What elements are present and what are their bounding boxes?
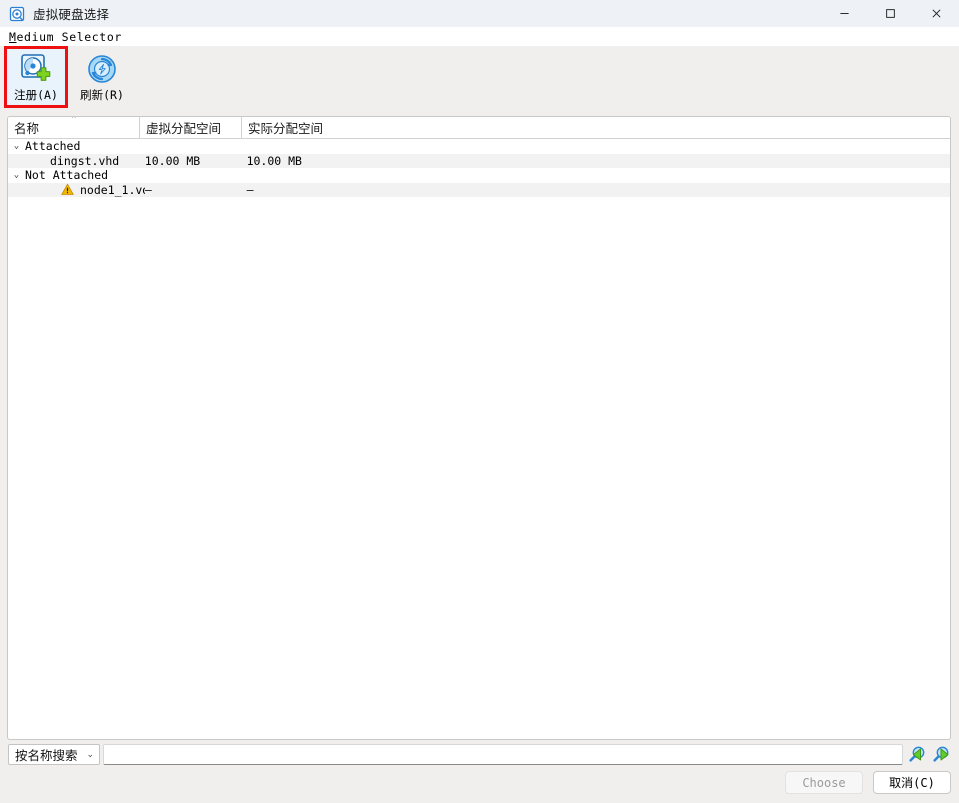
table-row[interactable]: ⌄ Not Attached — [8, 168, 950, 183]
register-button-label: 注册(A) — [14, 88, 58, 102]
chevron-down-icon[interactable]: ⌄ — [8, 170, 25, 180]
row-name-cell: ⌄ Attached — [8, 139, 145, 153]
maximize-icon — [885, 9, 895, 18]
menu-label-rest: edium Selector — [16, 29, 122, 44]
table-row[interactable]: dingst.vhd 10.00 MB 10.00 MB — [8, 153, 950, 168]
window-controls — [821, 0, 959, 27]
menubar: Medium Selector — [0, 27, 959, 46]
chevron-down-icon: ⌄ — [86, 749, 95, 759]
search-input[interactable] — [103, 744, 903, 765]
row-name-label: dingst.vhd — [50, 153, 120, 168]
hard-disk-icon — [9, 6, 25, 22]
add-disk-icon — [19, 52, 53, 86]
maximize-button[interactable] — [867, 0, 913, 27]
search-mode-dropdown[interactable]: 按名称搜索 ⌄ — [8, 744, 101, 765]
warning-icon — [61, 183, 74, 196]
search-bar: 按名称搜索 ⌄ — [8, 744, 951, 765]
close-icon — [932, 9, 940, 18]
close-button[interactable] — [913, 0, 959, 27]
refresh-icon — [85, 52, 119, 86]
cancel-button[interactable]: 取消(C) — [873, 771, 951, 794]
row-virtual-size: 10.00 MB — [144, 153, 201, 168]
row-name-label: Attached — [25, 139, 81, 154]
dialog-footer: Choose 取消(C) — [775, 771, 951, 794]
menu-mnemonic: M — [9, 29, 17, 44]
refresh-button[interactable]: 刷新(R) — [72, 48, 132, 106]
list-body: ⌄ Attached dingst.vhd 10.00 MB 10.00 MB … — [8, 139, 950, 197]
row-name-label: node1_1.vdi — [80, 182, 145, 197]
row-actual-size: 10.00 MB — [246, 153, 302, 168]
column-header-virtual-size[interactable]: 虚拟分配空间 — [139, 117, 241, 138]
column-header-name[interactable]: 名称 ⌃ — [8, 117, 139, 138]
column-header-actual-size[interactable]: 实际分配空间 — [241, 117, 950, 138]
row-name-cell: node1_1.vdi — [8, 183, 145, 197]
row-virtual-size: — — [144, 182, 152, 197]
row-name-cell: dingst.vhd — [8, 154, 145, 168]
column-header-actual-size-label: 实际分配空间 — [248, 122, 324, 136]
search-previous-icon[interactable] — [908, 745, 927, 764]
row-name-cell: ⌄ Not Attached — [8, 168, 145, 182]
list-header: 名称 ⌃ 虚拟分配空间 实际分配空间 — [8, 117, 950, 139]
column-header-virtual-size-label: 虚拟分配空间 — [146, 122, 222, 136]
minimize-icon — [839, 13, 849, 14]
register-button[interactable]: 注册(A) — [4, 46, 68, 108]
search-mode-label: 按名称搜索 — [15, 749, 78, 763]
minimize-button[interactable] — [821, 0, 867, 27]
table-row[interactable]: node1_1.vdi — — — [8, 182, 950, 197]
choose-button[interactable]: Choose — [785, 771, 863, 794]
chevron-down-icon[interactable]: ⌄ — [8, 141, 25, 151]
window-titlebar: 虚拟硬盘选择 — [0, 0, 959, 27]
column-header-name-label: 名称 — [14, 122, 40, 136]
toolbar: 注册(A) 刷新(R) — [0, 46, 959, 117]
search-next-icon[interactable] — [932, 745, 951, 764]
sort-ascending-icon: ⌃ — [70, 116, 78, 124]
refresh-button-label: 刷新(R) — [80, 88, 124, 102]
window-title: 虚拟硬盘选择 — [33, 8, 110, 22]
row-actual-size: — — [246, 182, 254, 197]
menu-item-medium-selector[interactable]: Medium Selector — [6, 29, 125, 45]
table-row[interactable]: ⌄ Attached — [8, 139, 950, 154]
medium-list-panel[interactable]: 名称 ⌃ 虚拟分配空间 实际分配空间 ⌄ Attached dingst.vhd… — [7, 116, 951, 740]
row-name-label: Not Attached — [25, 168, 109, 183]
